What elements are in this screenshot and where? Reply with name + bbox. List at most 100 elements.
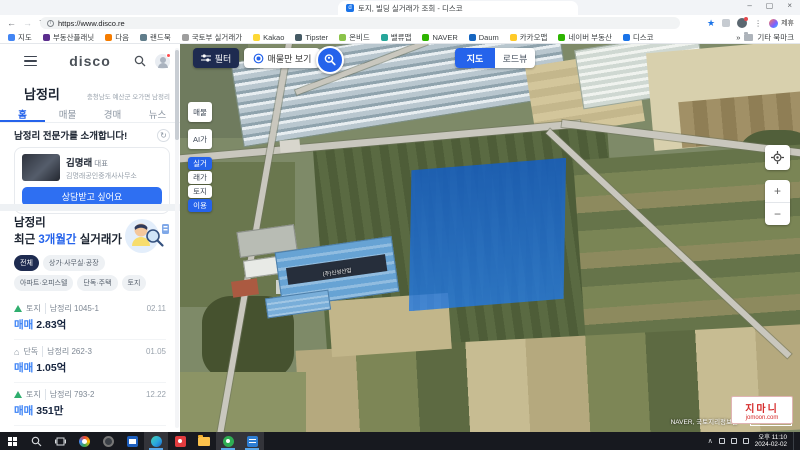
bookmark-item[interactable]: 디스코: [623, 32, 654, 43]
zoom-in-button[interactable]: +: [765, 180, 790, 203]
map-layer-button[interactable]: 래가: [188, 171, 212, 184]
minimize-button[interactable]: –: [747, 1, 751, 10]
back-icon[interactable]: ←: [7, 18, 16, 28]
land-icon: [14, 305, 22, 312]
current-location-button[interactable]: [765, 145, 790, 170]
bookmark-item[interactable]: 밸류맵: [381, 32, 412, 43]
filter-chip[interactable]: 전체: [14, 255, 39, 271]
site-info-icon[interactable]: i: [47, 20, 54, 27]
bookmark-item[interactable]: 온비드: [339, 32, 370, 43]
bookmark-label: 디스코: [633, 32, 654, 43]
bookmark-label: Kakao: [263, 33, 284, 42]
taskbar-app-dark[interactable]: [96, 432, 120, 450]
browser-profile-avatar[interactable]: [737, 18, 747, 28]
taskbar-app-edge[interactable]: [144, 432, 168, 450]
close-button[interactable]: ×: [787, 1, 792, 10]
expert-heading: 남정리 전문가를 소개합니다!: [14, 128, 127, 142]
tray-icon[interactable]: [731, 438, 737, 444]
bookmark-label: 랜드북: [150, 32, 171, 43]
browser-address-bar: ← → ↻ i https://www.disco.re ★ ⋮ 제휴: [0, 15, 800, 31]
extensions-icon[interactable]: [722, 19, 730, 27]
region-breadcrumb[interactable]: 충청남도 예산군 오가면 남정리: [87, 91, 170, 101]
search-person-illustration: [122, 216, 170, 256]
task-view-button[interactable]: [48, 432, 72, 450]
bookmark-favicon-icon: [339, 34, 346, 41]
map-layer-button[interactable]: 토지: [188, 185, 212, 198]
other-bookmarks-button[interactable]: » 기타 북마크: [730, 32, 794, 43]
sidebar-tab[interactable]: 경매: [90, 102, 135, 122]
selected-parcel-highlight[interactable]: [401, 158, 573, 311]
profile-avatar[interactable]: [155, 54, 170, 69]
bookmark-item[interactable]: Kakao: [253, 33, 284, 42]
deal-type: 매매: [14, 405, 33, 417]
taskbar-search-button[interactable]: [24, 432, 48, 450]
url-text: https://www.disco.re: [58, 19, 125, 28]
sidebar-tab[interactable]: 매물: [45, 102, 90, 122]
bookmark-star-icon[interactable]: ★: [707, 18, 715, 29]
listing-row[interactable]: 토지 남정리 793-2 12.22 매매 351만: [14, 383, 166, 426]
bookmark-item[interactable]: 국토부 실거래가: [182, 32, 242, 43]
satellite-map[interactable]: (주)신성산업 필터 매물만 보기 지도 로드뷰 매물 AI가 실거 래가 토지…: [180, 44, 800, 432]
map-search-circle-button[interactable]: [316, 46, 344, 74]
map-view-button[interactable]: 지도: [455, 48, 495, 68]
taskbar-app-green[interactable]: [216, 432, 240, 450]
bookmark-item[interactable]: 네이버 부동산: [558, 32, 611, 43]
bookmark-item[interactable]: 지도: [8, 32, 32, 43]
forward-icon[interactable]: →: [23, 18, 32, 28]
sliders-icon: [201, 53, 211, 63]
sidebar-tab[interactable]: 뉴스: [135, 102, 180, 122]
bookmark-favicon-icon: [381, 34, 388, 41]
browser-tab[interactable]: d 토지, 빌딩 실거래가 조회 - 디스코: [338, 1, 578, 15]
url-field[interactable]: i https://www.disco.re: [40, 17, 680, 29]
listing-row[interactable]: ⌂ 단독 남정리 262-3 01.05 매매 1.05억: [14, 340, 166, 383]
bookmark-item[interactable]: NAVER: [422, 33, 457, 42]
listings-only-toggle[interactable]: 매물만 보기: [244, 48, 320, 68]
filter-button[interactable]: 필터: [193, 48, 239, 68]
antivirus-icon: [175, 436, 186, 447]
taskbar-app-antivirus[interactable]: [168, 432, 192, 450]
sidebar-tab[interactable]: 홈: [0, 102, 45, 122]
start-button[interactable]: [0, 432, 24, 450]
folder-icon: [198, 437, 210, 446]
taskbar-file-explorer[interactable]: [192, 432, 216, 450]
taskbar-app-blue[interactable]: [240, 432, 264, 450]
bookmark-item[interactable]: Daum: [469, 33, 499, 42]
bookmark-label: 밸류맵: [391, 32, 412, 43]
sidebar-scrollbar[interactable]: [175, 48, 179, 428]
zoom-out-button[interactable]: −: [765, 203, 790, 225]
map-layer-button[interactable]: 실거: [188, 157, 212, 170]
roadview-button[interactable]: 로드뷰: [495, 48, 535, 68]
filter-chip[interactable]: 아파트·오피스텔: [14, 275, 73, 291]
taskbar-app-mail[interactable]: [120, 432, 144, 450]
filter-chip[interactable]: 토지: [122, 275, 147, 291]
partner-extension-icon: [769, 19, 778, 28]
bookmark-item[interactable]: 카카오맵: [510, 32, 548, 43]
partner-extension-button[interactable]: 제휴: [769, 18, 794, 28]
bookmark-item[interactable]: 다음: [105, 32, 129, 43]
map-layer-button[interactable]: 매물: [188, 102, 212, 122]
region-title: 남정리: [24, 84, 60, 103]
bookmark-item[interactable]: 부동산플래닛: [43, 32, 94, 43]
tray-expand-icon[interactable]: ∧: [708, 437, 713, 445]
search-icon[interactable]: [134, 55, 146, 67]
magnifier-person-icon: [323, 53, 337, 67]
circle-dot-icon: [253, 53, 264, 64]
filter-chip[interactable]: 상가·사무실·공장: [43, 255, 105, 271]
show-desktop-button[interactable]: [793, 432, 796, 450]
map-layer-button[interactable]: AI가: [188, 129, 212, 149]
bookmark-favicon-icon: [182, 34, 189, 41]
disco-favicon-icon: d: [346, 4, 354, 12]
taskbar-app-chrome[interactable]: [72, 432, 96, 450]
listing-row[interactable]: 토지 남정리 1045-1 02.11 매매 2.83억: [14, 297, 166, 340]
filter-chip[interactable]: 단독·주택: [77, 275, 117, 291]
maximize-button[interactable]: ▢: [766, 1, 774, 10]
tray-icon[interactable]: [719, 438, 725, 444]
taskbar-clock[interactable]: 오후 11:10 2024-02-02: [755, 434, 787, 449]
tray-icon[interactable]: [743, 438, 749, 444]
bookmark-item[interactable]: Tipster: [295, 33, 328, 42]
watermark: 지마니 jomoon.com: [731, 396, 793, 424]
bookmark-item[interactable]: 랜드북: [140, 32, 171, 43]
refresh-expert-icon[interactable]: ↻: [157, 129, 170, 142]
browser-menu-icon[interactable]: ⋮: [754, 19, 762, 28]
map-layer-button[interactable]: 이용: [188, 199, 212, 212]
